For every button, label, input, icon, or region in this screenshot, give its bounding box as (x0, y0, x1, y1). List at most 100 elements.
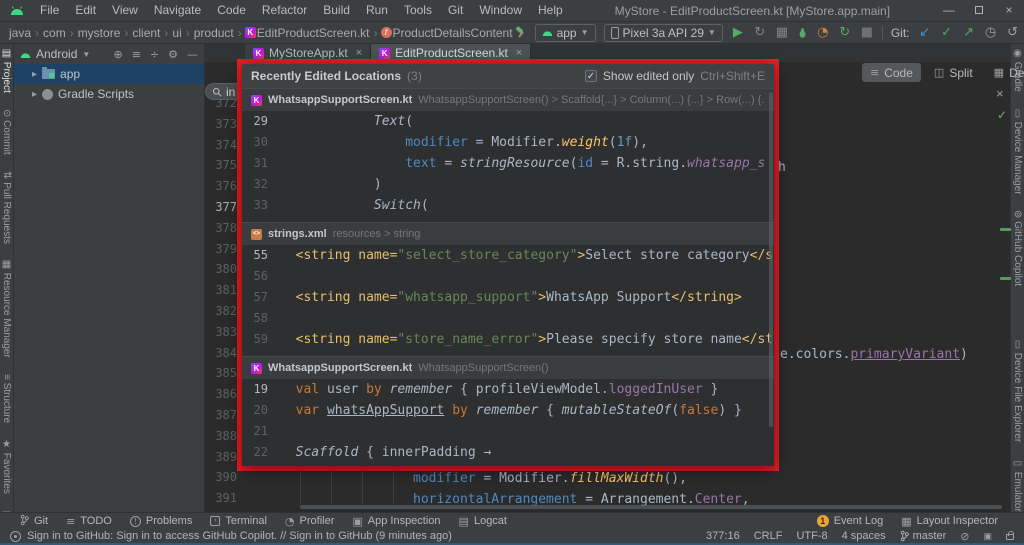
tree-item-gradle-scripts[interactable]: ▸ Gradle Scripts (14, 84, 204, 104)
file-encoding[interactable]: UTF-8 (796, 530, 827, 542)
git-push-icon[interactable]: ↗ (962, 24, 976, 42)
run-button[interactable]: ▶ (731, 24, 745, 42)
expand-settings-icon[interactable]: ÷ (150, 48, 159, 61)
notifications-muted-icon[interactable]: ⊘ (960, 530, 969, 543)
feedback-icon[interactable]: ▣ (983, 531, 992, 542)
tool-button-structure[interactable]: ≡ Structure (1, 374, 12, 423)
menu-build[interactable]: Build (315, 0, 358, 21)
line-ending[interactable]: CRLF (754, 530, 783, 542)
tool-window-button-app-inspection[interactable]: ▣ App Inspection (352, 514, 440, 529)
popup-code-line[interactable]: 58 (242, 311, 774, 332)
menu-run[interactable]: Run (358, 0, 396, 21)
horizontal-scrollbar[interactable] (300, 505, 1002, 509)
breadcrumb-productdetailscontent[interactable]: ProductDetailsContent (392, 26, 514, 40)
inspections-ok-icon[interactable]: ✓ (997, 108, 1007, 122)
popup-code-line[interactable]: 21 (242, 424, 774, 445)
popup-code-line[interactable]: 57 <string name= "whatsapp_support" > Whats… (242, 290, 774, 311)
popup-code-line[interactable]: 19 val user by remember { profileViewMod… (242, 382, 774, 403)
tool-window-button-terminal[interactable]: › Terminal (210, 514, 267, 529)
tool-button-device-file-explorer[interactable]: ▯ Device File Explorer (1012, 339, 1023, 442)
minimize-button[interactable]: — (934, 0, 964, 21)
git-branch-widget[interactable]: master (900, 530, 946, 542)
project-view-selector[interactable]: Android (36, 47, 77, 61)
menu-code[interactable]: Code (209, 0, 254, 21)
breadcrumb-java[interactable]: java (8, 26, 32, 40)
view-mode-code[interactable]: ≡ Code (862, 63, 921, 82)
popup-code-line[interactable]: 32 ) (242, 177, 774, 198)
rollback-undo-icon[interactable]: ↺ (1006, 24, 1020, 42)
menu-view[interactable]: View (104, 0, 146, 21)
tool-button-favorites[interactable]: ★ Favorites (1, 439, 12, 494)
popup-code-line[interactable]: 55 <string name= "select_store_category" >… (242, 248, 774, 269)
popup-section-header[interactable]: K WhatsappSupportScreen.kt WhatsappSupport… (242, 356, 774, 379)
view-mode-design[interactable]: ▦ Design (986, 63, 1024, 82)
menu-file[interactable]: File (32, 0, 67, 21)
menu-edit[interactable]: Edit (67, 0, 104, 21)
collapse-all-icon[interactable]: ≡ (132, 48, 141, 61)
popup-code-line[interactable]: 33 Switch( (242, 198, 774, 219)
popup-section-header[interactable]: <> strings.xml resources > string (242, 222, 774, 245)
tool-button-github-copilot[interactable]: ⊚ GitHub Copilot (1012, 210, 1023, 286)
show-edited-only-checkbox[interactable]: ✓ (584, 70, 597, 82)
tool-button-project[interactable]: ▤ Project (1, 48, 12, 93)
close-icon[interactable]: × (996, 86, 1004, 101)
popup-code-line[interactable]: 59 <string name= "store_name_error" > Pleas… (242, 332, 774, 353)
chevron-right-icon[interactable]: ▸ (32, 89, 37, 100)
tool-button-resource-manager[interactable]: ▦ Resource Manager (1, 259, 12, 358)
coverage-button[interactable]: ▦ (775, 24, 789, 42)
device-selector[interactable]: Pixel 3a API 29 ▼ (603, 23, 723, 42)
profiler-gauge-icon[interactable]: ◔ (816, 24, 830, 42)
menu-help[interactable]: Help (530, 0, 571, 21)
breadcrumb-ui[interactable]: ui (171, 26, 182, 40)
close-button[interactable]: × (994, 0, 1024, 21)
breadcrumb-client[interactable]: client (131, 26, 161, 40)
breadcrumb-product[interactable]: product (193, 26, 235, 40)
tool-window-button-event-log[interactable]: 1 Event Log (816, 515, 883, 528)
tool-window-button-layout-inspector[interactable]: ▦ Layout Inspector (901, 515, 998, 528)
tab-close-icon[interactable]: × (516, 47, 522, 59)
popup-code-line[interactable]: 22 Scaffold { innerPadding → (242, 445, 774, 466)
tool-button-emulator[interactable]: ▭ Emulator (1012, 458, 1023, 512)
popup-code-line[interactable]: 30 modifier = Modifier. weight(1f), (242, 135, 774, 156)
search-input[interactable]: in (226, 85, 235, 99)
git-commit-check-icon[interactable]: ✓ (940, 24, 954, 42)
build-hammer-icon[interactable] (514, 26, 527, 39)
tool-window-button-problems[interactable]: ! Problems (129, 514, 192, 529)
panel-gear-icon[interactable]: ⚙ (168, 48, 178, 61)
tab-close-icon[interactable]: × (356, 47, 362, 59)
menu-navigate[interactable]: Navigate (146, 0, 209, 21)
tool-window-button-logcat[interactable]: ▤ Logcat (459, 514, 507, 529)
stop-button[interactable]: ■ (860, 24, 874, 42)
popup-code-line[interactable]: 31 text = stringResource(id = R.string. w… (242, 156, 774, 177)
history-clock-icon[interactable]: ◷ (984, 24, 998, 42)
lock-icon[interactable] (1006, 531, 1014, 540)
restart-button[interactable]: ↻ (753, 24, 767, 42)
tool-button-commit[interactable]: ⊙ Commit (1, 109, 12, 155)
hide-panel-icon[interactable]: — (187, 48, 198, 61)
menu-refactor[interactable]: Refactor (254, 0, 315, 21)
tool-window-button-todo[interactable]: ≡ TODO (66, 514, 112, 529)
indent-setting[interactable]: 4 spaces (842, 530, 886, 542)
chevron-right-icon[interactable]: ▸ (32, 69, 37, 80)
debug-bug-icon[interactable] (797, 27, 808, 39)
tree-item-app[interactable]: ▸ app (14, 64, 204, 84)
popup-code-line[interactable]: 29 Text( (242, 114, 774, 135)
menu-window[interactable]: Window (471, 0, 530, 21)
popup-code-line[interactable]: 56 (242, 269, 774, 290)
apply-changes-icon[interactable]: ↻ (838, 24, 852, 42)
status-message[interactable]: Sign in to GitHub: Sign in to access Git… (27, 530, 452, 542)
locate-file-icon[interactable]: ⊕ (113, 48, 122, 61)
git-update-icon[interactable]: ↙ (918, 24, 932, 42)
maximize-button[interactable] (964, 0, 994, 21)
popup-code-line[interactable]: 20 var whatsAppSupport by remember { mut… (242, 403, 774, 424)
caret-position[interactable]: 377:16 (706, 530, 740, 542)
run-config-selector[interactable]: app ▼ (534, 23, 596, 42)
tool-button-device-manager[interactable]: ▯ Device Manager (1012, 108, 1023, 195)
tool-button-pull-requests[interactable]: ⇅ Pull Requests (1, 171, 12, 244)
popup-section-header[interactable]: K WhatsappSupportScreen.kt WhatsappSupport… (242, 88, 774, 111)
view-mode-split[interactable]: ◫ Split (926, 63, 981, 82)
menu-tools[interactable]: Tools (396, 0, 440, 21)
tool-window-button-profiler[interactable]: ◔ Profiler (285, 514, 334, 529)
breadcrumb-mystore[interactable]: mystore (77, 26, 122, 40)
menu-git[interactable]: Git (440, 0, 471, 21)
